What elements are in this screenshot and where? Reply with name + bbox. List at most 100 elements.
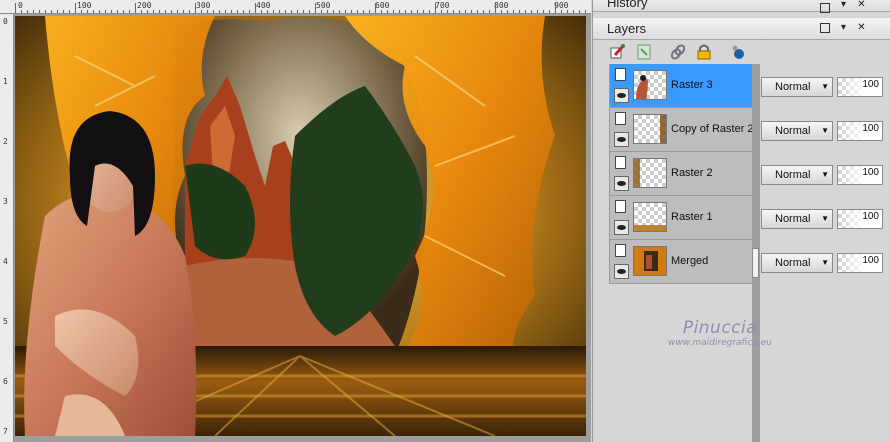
ruler-tick	[279, 10, 280, 13]
opacity-field[interactable]: 100	[837, 77, 883, 97]
layer-controls-raster-1: Normal ▼ 100	[761, 209, 886, 231]
layer-name: Raster 1	[671, 211, 713, 223]
ruler-tick	[141, 10, 142, 13]
close-icon[interactable]: ✕	[855, 21, 868, 34]
right-panels: History ▾ ✕ Layers ▾ ✕ Raster 3 Copy of …	[592, 0, 890, 442]
effects-icon[interactable]	[729, 43, 747, 61]
layer-row-raster-1[interactable]: Raster 1	[609, 196, 752, 240]
layer-name: Merged	[671, 255, 709, 267]
ruler-tick	[213, 10, 214, 13]
link-icon[interactable]	[669, 43, 687, 61]
ruler-tick	[525, 10, 526, 13]
blend-mode-select[interactable]: Normal ▼	[761, 253, 833, 273]
eye-icon[interactable]	[614, 264, 629, 279]
ruler-label: 500	[316, 1, 331, 10]
ruler-tick	[87, 10, 88, 13]
ruler-tick	[501, 10, 502, 13]
layer-lock-icon[interactable]	[615, 68, 626, 81]
maximize-icon[interactable]	[820, 3, 830, 13]
ruler-tick	[543, 10, 544, 13]
blend-mode-select[interactable]: Normal ▼	[761, 209, 833, 229]
ruler-tick	[105, 10, 106, 13]
layer-name: Copy of Raster 2	[671, 123, 754, 135]
maximize-icon[interactable]	[820, 23, 830, 33]
ruler-tick	[147, 10, 148, 13]
chevron-down-icon: ▼	[821, 82, 829, 91]
ruler-label: 200	[137, 1, 152, 10]
opacity-value: 100	[862, 167, 879, 178]
opacity-field[interactable]: 100	[837, 121, 883, 141]
layers-toolbar	[593, 40, 890, 64]
blend-mode-select[interactable]: Normal ▼	[761, 77, 833, 97]
ruler-tick	[123, 10, 124, 13]
layer-lock-icon[interactable]	[615, 244, 626, 257]
canvas-image[interactable]	[15, 16, 586, 436]
ruler-tick	[579, 10, 580, 13]
new-raster-icon[interactable]	[609, 43, 627, 61]
chevron-down-icon: ▼	[821, 258, 829, 267]
ruler-tick	[171, 10, 172, 13]
ruler-label: 100	[77, 1, 92, 10]
layer-controls-raster-3: Normal ▼ 100	[761, 77, 886, 99]
layer-row-merged[interactable]: Merged	[609, 240, 752, 284]
scrollbar-thumb[interactable]	[752, 248, 759, 278]
ruler-label: 6	[3, 377, 8, 386]
ruler-tick	[69, 10, 70, 13]
ruler-tick	[441, 10, 442, 13]
ruler-tick	[387, 10, 388, 13]
eye-icon[interactable]	[614, 88, 629, 103]
ruler-tick	[153, 10, 154, 13]
ruler-tick	[15, 3, 16, 13]
opacity-field[interactable]: 100	[837, 253, 883, 273]
ruler-tick	[399, 10, 400, 13]
layer-thumbnail	[633, 114, 667, 144]
blend-mode-select[interactable]: Normal ▼	[761, 121, 833, 141]
ruler-label: 7	[3, 427, 8, 436]
watermark-url: www.maidiregrafica.eu	[668, 338, 772, 348]
ruler-tick	[81, 10, 82, 13]
eye-icon[interactable]	[614, 220, 629, 235]
ruler-tick	[357, 10, 358, 13]
ruler-tick	[189, 10, 190, 13]
ruler-label: 600	[375, 1, 390, 10]
blend-mode-select[interactable]: Normal ▼	[761, 165, 833, 185]
canvas-area[interactable]: 0 100 200 300 400 500 600 700 800 900 0 …	[0, 0, 591, 442]
layer-row-raster-3[interactable]: Raster 3	[609, 64, 752, 108]
close-icon[interactable]: ✕	[855, 0, 868, 11]
ruler-label: 900	[554, 1, 569, 10]
ruler-tick	[519, 10, 520, 13]
ruler-tick	[471, 10, 472, 13]
chevron-down-icon[interactable]: ▾	[837, 21, 850, 34]
ruler-tick	[555, 3, 556, 13]
ruler-label: 400	[256, 1, 271, 10]
ruler-tick	[273, 10, 274, 13]
ruler-tick	[375, 3, 376, 13]
chevron-down-icon[interactable]: ▾	[837, 0, 850, 11]
ruler-tick	[537, 10, 538, 13]
opacity-field[interactable]: 100	[837, 165, 883, 185]
ruler-tick	[381, 10, 382, 13]
layer-lock-icon[interactable]	[615, 200, 626, 213]
ruler-label: 800	[494, 1, 509, 10]
opacity-field[interactable]: 100	[837, 209, 883, 229]
ruler-tick	[33, 10, 34, 13]
eye-icon[interactable]	[614, 176, 629, 191]
new-mask-icon[interactable]	[635, 43, 653, 61]
layer-row-copy-of-raster-2[interactable]: Copy of Raster 2	[609, 108, 754, 152]
layer-name: Raster 2	[671, 167, 713, 179]
layer-lock-icon[interactable]	[615, 112, 626, 125]
layer-thumbnail	[633, 158, 667, 188]
layers-scrollbar[interactable]	[752, 64, 760, 442]
eye-icon[interactable]	[614, 132, 629, 147]
lock-icon[interactable]	[695, 43, 713, 61]
ruler-tick	[261, 10, 262, 13]
layers-panel-header[interactable]: Layers ▾ ✕	[593, 18, 890, 40]
blend-mode-value: Normal	[775, 257, 811, 269]
layer-row-raster-2[interactable]: Raster 2	[609, 152, 752, 196]
blend-mode-value: Normal	[775, 81, 811, 93]
layer-lock-icon[interactable]	[615, 156, 626, 169]
layer-thumbnail	[633, 246, 667, 276]
ruler-tick	[549, 10, 550, 13]
opacity-value: 100	[862, 123, 879, 134]
history-panel-header[interactable]: History ▾ ✕	[593, 0, 890, 13]
